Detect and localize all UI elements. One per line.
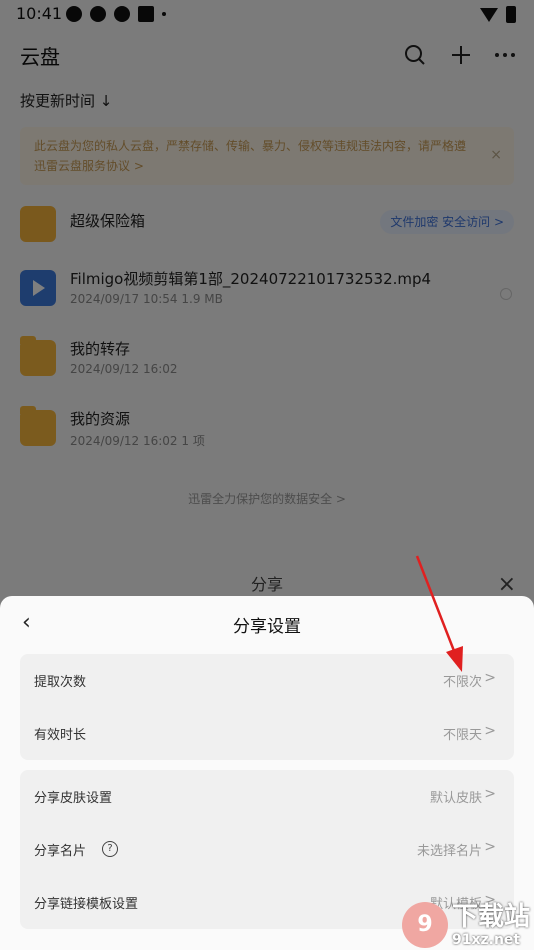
watermark-badge: 9 xyxy=(401,902,448,948)
share-card-row[interactable]: 分享名片 ? 未选择名片 > xyxy=(20,823,514,876)
extract-count-row[interactable]: 提取次数 不限次 > xyxy=(20,654,514,707)
validity-period-row[interactable]: 有效时长 不限天 > xyxy=(20,707,514,760)
row-label: 分享链接模板设置 xyxy=(34,897,139,912)
row-value: 默认皮肤 xyxy=(429,791,482,806)
row-label: 分享皮肤设置 xyxy=(34,791,113,806)
chevron-right-icon: > xyxy=(484,670,496,686)
row-label: 分享名片 xyxy=(34,844,87,859)
settings-group-limits: 提取次数 不限次 > 有效时长 不限天 > xyxy=(20,654,514,760)
chevron-right-icon: > xyxy=(484,723,496,739)
share-dialog-title: 分享 xyxy=(250,575,283,594)
help-icon[interactable]: ? xyxy=(102,841,118,857)
row-value: 不限次 xyxy=(442,675,482,690)
row-value: 不限天 xyxy=(442,728,482,743)
chevron-right-icon: > xyxy=(484,786,496,802)
share-close-icon[interactable]: × xyxy=(498,572,516,597)
chevron-right-icon: > xyxy=(484,839,496,855)
row-value: 未选择名片 xyxy=(416,844,482,859)
share-settings-sheet: ‹ 分享设置 提取次数 不限次 > 有效时长 不限天 > 分享皮肤设置 默认皮肤… xyxy=(0,596,534,950)
watermark: 9 下载站 91xz.net xyxy=(401,902,530,948)
sheet-title: 分享设置 xyxy=(233,617,301,637)
watermark-sub: 91xz.net xyxy=(451,932,521,948)
share-skin-row[interactable]: 分享皮肤设置 默认皮肤 > xyxy=(20,770,514,823)
row-label: 有效时长 xyxy=(34,728,87,743)
watermark-title: 下载站 xyxy=(451,902,530,932)
row-label: 提取次数 xyxy=(34,675,87,690)
